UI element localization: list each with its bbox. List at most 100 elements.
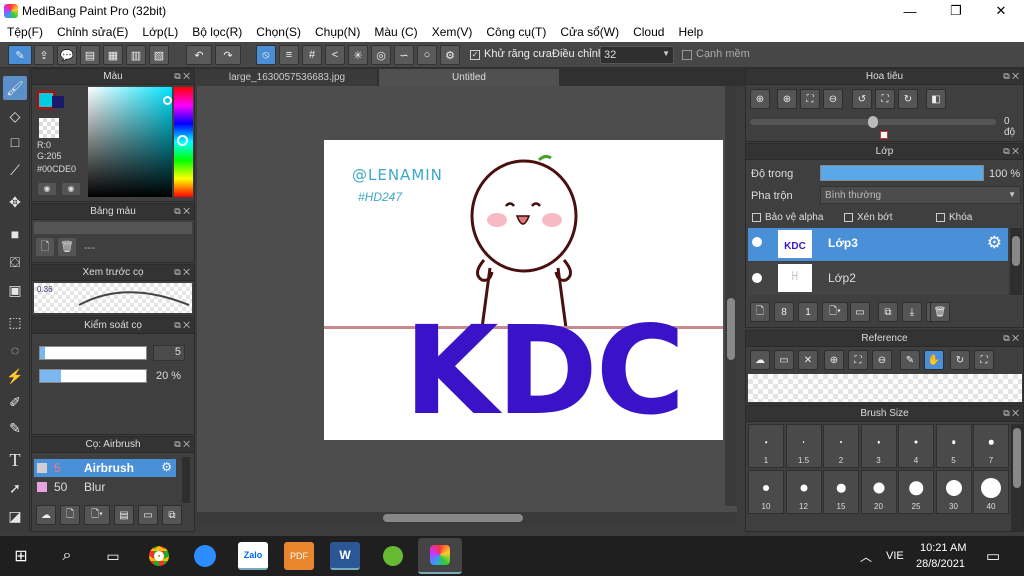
add-layer-menu-icon[interactable]: 🗋▾ [822, 302, 848, 322]
menu-window[interactable]: Cửa sổ(W) [553, 25, 626, 39]
brush-size-cell[interactable]: 40 [973, 470, 1009, 514]
brush-size-cell[interactable]: 25 [898, 470, 934, 514]
add-brush-icon[interactable]: 🗋▾ [84, 505, 110, 525]
gear-icon[interactable]: ⚙ [161, 460, 172, 474]
brush-size-field[interactable]: 5 [153, 345, 185, 361]
rotate-right-icon[interactable]: ↻ [898, 89, 918, 109]
brush-size-cell[interactable]: 12 [785, 470, 822, 514]
menu-color[interactable]: Màu (C) [367, 25, 424, 39]
fill-rect-tool-icon[interactable]: ■ [3, 222, 27, 246]
reference-rotate-icon[interactable]: ↻ [950, 350, 970, 370]
line-tool-icon[interactable]: ⟋ [3, 158, 27, 182]
hand-icon[interactable]: ✋ [924, 350, 944, 370]
menu-layer[interactable]: Lớp(L) [135, 25, 185, 39]
parallel-snap-icon[interactable]: ≡ [279, 45, 299, 65]
tab-large-jpg[interactable]: large_1630057536683.jpg [197, 69, 377, 86]
zalo-icon[interactable]: Zalo [238, 542, 268, 570]
snap-settings-icon[interactable]: ⚙ [440, 45, 460, 65]
menu-view[interactable]: Xem(V) [425, 25, 480, 39]
delete-layer-icon[interactable]: 🗑 [930, 302, 950, 322]
layer-folder-icon[interactable]: ▭ [850, 302, 870, 322]
app-green-icon[interactable] [378, 542, 408, 570]
antialias-checkbox[interactable]: ✓ [470, 50, 480, 60]
redo-icon[interactable]: ↷ [215, 45, 241, 65]
lasso-tool-icon[interactable]: ◌ [3, 338, 27, 362]
background-color-swatch[interactable] [52, 96, 64, 108]
brush-size-scrollbar[interactable] [1011, 424, 1023, 531]
comment-icon[interactable]: 💬 [57, 45, 77, 65]
navigator-preview[interactable] [880, 131, 888, 139]
word-icon[interactable]: W [330, 542, 360, 570]
chrome-icon[interactable] [144, 542, 174, 570]
zoom-in-alt-icon[interactable]: ⊕ [777, 89, 797, 109]
rotate-left-icon[interactable]: ↺ [852, 89, 872, 109]
merge-layer-icon[interactable]: ⤓ [902, 302, 922, 322]
clock-time[interactable]: 10:21 AM [920, 542, 966, 554]
gradient-tool-icon[interactable]: ▣ [3, 278, 27, 302]
menu-file[interactable]: Tệp(F) [0, 25, 50, 39]
layer-row[interactable]: ꀿ Lớp2 [748, 262, 1008, 295]
panel-close-icon[interactable]: ⧉ ✕ [174, 320, 190, 331]
palette-strip[interactable] [34, 222, 192, 234]
reference-fit-icon[interactable]: ⛶ [848, 350, 868, 370]
dot-tool-icon[interactable]: □ [3, 130, 27, 154]
panel-close-icon[interactable]: ⧉ ✕ [1003, 408, 1019, 419]
menu-snap[interactable]: Chụp(N) [308, 25, 367, 39]
reference-zoom-in-icon[interactable]: ⊕ [824, 350, 844, 370]
menu-filter[interactable]: Bộ lọc(R) [185, 25, 249, 39]
blend-mode-select[interactable]: Bình thường ▼ [820, 186, 1021, 204]
brush-size-cell[interactable]: 1.5 [785, 424, 822, 468]
select-tool-icon[interactable]: ⬚ [3, 310, 27, 334]
duplicate-brush-icon[interactable]: ⧉ [162, 505, 182, 525]
brush-size-cell[interactable]: 3 [860, 424, 897, 468]
brush-size-cell[interactable]: 1 [748, 424, 784, 468]
brush-mode-icon[interactable]: ✎ [8, 45, 32, 65]
upload-icon[interactable]: ⇪ [34, 45, 54, 65]
brush-size-scrollbar-thumb[interactable] [1013, 428, 1021, 488]
canvas-viewport[interactable]: @LENAMIN #HD247 KDC [197, 86, 737, 524]
panel-close-icon[interactable]: ⧉ ✕ [1003, 146, 1019, 157]
transparent-swatch[interactable] [39, 118, 59, 138]
search-icon[interactable]: ⌕ [52, 542, 82, 570]
vertical-scrollbar[interactable] [725, 86, 737, 506]
zoom-out-icon[interactable]: ⊖ [823, 89, 843, 109]
minimize-button[interactable]: — [887, 0, 933, 22]
gear-icon[interactable]: ⚙ [987, 233, 1002, 253]
select-pen-tool-icon[interactable]: ✐ [3, 390, 27, 414]
brush-size-cell[interactable]: 15 [823, 470, 859, 514]
clipping-checkbox[interactable] [844, 213, 853, 222]
layout-icon[interactable]: ▥ [126, 45, 146, 65]
reset-view-icon[interactable]: ⛶ [875, 89, 895, 109]
reference-close-icon[interactable]: ✕ [798, 350, 818, 370]
divide-tool-icon[interactable]: ◪ [3, 504, 27, 528]
panel-close-icon[interactable]: ⧉ ✕ [1003, 333, 1019, 344]
menu-tools[interactable]: Công cụ(T) [479, 25, 553, 39]
no-snap-icon[interactable]: ⦸ [256, 45, 276, 65]
horizontal-scrollbar-thumb[interactable] [383, 514, 523, 522]
task-view-icon[interactable]: ▭ [98, 542, 128, 570]
radial-snap-icon[interactable]: ✳ [348, 45, 368, 65]
select-eraser-tool-icon[interactable]: ✎ [3, 416, 27, 440]
panel-close-icon[interactable]: ⧉ ✕ [174, 439, 190, 450]
close-button[interactable]: ✕ [978, 0, 1024, 22]
brush-list-scrollbar[interactable] [182, 457, 190, 503]
color-picker-button[interactable]: ◉ [62, 183, 80, 195]
layer-list-scrollbar-thumb[interactable] [1012, 236, 1020, 266]
notification-icon[interactable]: ▭ [986, 547, 1000, 565]
flip-icon[interactable]: ◧ [926, 89, 946, 109]
visibility-eye-icon[interactable] [752, 237, 762, 247]
circle-snap-icon[interactable]: ○ [417, 45, 437, 65]
curve-snap-icon[interactable]: ∽ [394, 45, 414, 65]
brush-size-cell[interactable]: 5 [935, 424, 972, 468]
reference-cloud-icon[interactable]: ☁ [750, 350, 770, 370]
adjust-select[interactable]: 32 ▼ [600, 46, 674, 64]
panel-close-icon[interactable]: ⧉ ✕ [1003, 71, 1019, 82]
eyedropper-icon[interactable]: ✎ [900, 350, 920, 370]
brush-tool-icon[interactable]: 🖌 [3, 76, 27, 100]
maximize-button[interactable]: ❐ [933, 0, 979, 22]
menu-edit[interactable]: Chỉnh sửa(E) [50, 25, 135, 39]
brush-size-cell[interactable]: 20 [860, 470, 897, 514]
brush-size-cell[interactable]: 30 [935, 470, 972, 514]
reference-open-icon[interactable]: ▭ [774, 350, 794, 370]
reference-image-area[interactable] [748, 374, 1022, 402]
